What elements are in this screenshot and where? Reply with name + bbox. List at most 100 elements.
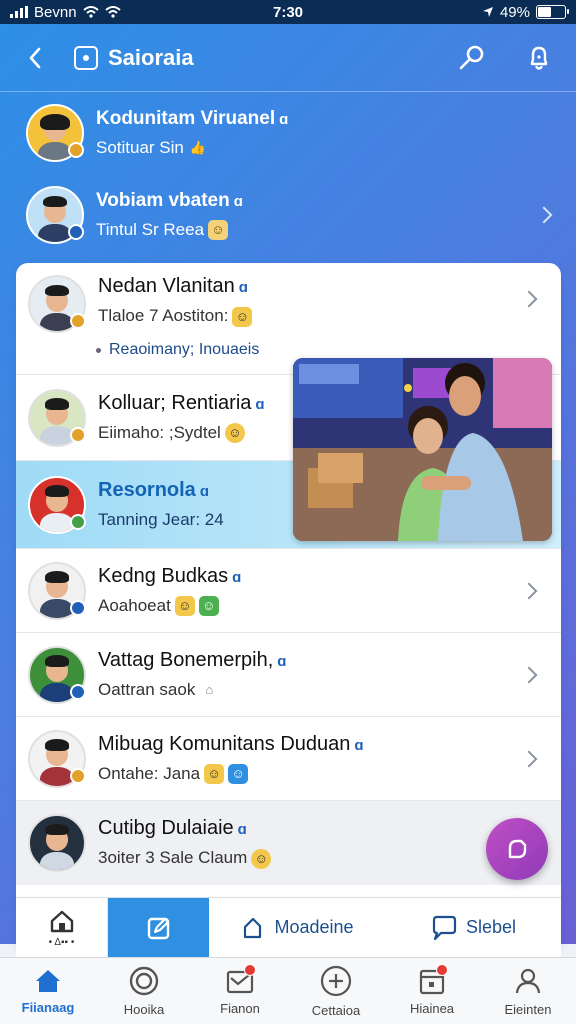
avatar xyxy=(28,729,86,788)
nav-discover[interactable]: Hooika xyxy=(96,958,192,1024)
member-name: Nedan Vlanitan xyxy=(98,275,235,297)
thumbs-up-icon: 👍 xyxy=(189,140,206,156)
back-button[interactable] xyxy=(20,43,50,73)
notifications-button[interactable] xyxy=(522,41,556,75)
signal-icon xyxy=(10,6,28,18)
list-item[interactable]: Cutibg Dulaiaie ɑ 3oiter 3 Sale Claum ☺ xyxy=(16,801,561,885)
list-item[interactable]: Kodunitam Viruanel ɑ Sotituar Sin 👍 xyxy=(0,92,576,174)
emoji-icon: ☺ xyxy=(251,848,272,869)
bell-icon xyxy=(530,46,548,70)
carrier-name: Bevnn xyxy=(34,3,77,21)
member-name: Kodunitam Viruanel xyxy=(96,107,276,129)
verified-icon: ɑ xyxy=(277,652,287,670)
avatar xyxy=(28,814,86,872)
member-name: Resornola xyxy=(98,479,196,501)
emoji-icon: ☺ xyxy=(204,764,225,785)
nav-profile[interactable]: Eieinten xyxy=(480,958,576,1024)
chevron-right-icon xyxy=(520,666,538,683)
select-label: Slebel xyxy=(465,917,517,937)
nav-label: Eieinten xyxy=(504,1001,552,1017)
member-name: Kolluar; Rentiaria xyxy=(98,391,252,414)
chevron-left-icon xyxy=(29,47,41,68)
nav-label: Hooika xyxy=(123,1001,165,1017)
emoji-icon: ☺ xyxy=(224,423,245,444)
nav-home[interactable]: Fiianaag xyxy=(0,958,96,1024)
chevron-right-icon xyxy=(520,290,538,308)
nav-messages[interactable]: Hiainea xyxy=(384,958,480,1024)
status-badge xyxy=(68,142,84,158)
list-item[interactable]: Vattag Bonemerpih, ɑ Oattran saok ⌂ xyxy=(16,633,561,717)
avatar xyxy=(28,645,86,704)
emoji-icon: ☺ xyxy=(198,596,219,617)
search-icon xyxy=(459,45,484,69)
member-subtitle: Eiimaho: ;Sydtel xyxy=(98,422,221,442)
chevron-right-icon xyxy=(535,206,553,224)
moderate-label: Moadeine xyxy=(274,917,354,937)
battery-percent: 49% xyxy=(499,3,530,21)
status-badge xyxy=(70,313,86,329)
home-icon xyxy=(50,910,73,932)
chat-bubble-icon xyxy=(508,839,527,859)
shared-photo[interactable] xyxy=(293,358,552,541)
avatar xyxy=(28,275,86,333)
select-button[interactable]: Slebel xyxy=(385,898,561,957)
page-title: Saioraia xyxy=(108,44,194,70)
nav-label: Hiainea xyxy=(409,1000,455,1016)
avatar xyxy=(28,388,86,447)
status-badge xyxy=(70,513,86,530)
member-name: Kedng Budkas xyxy=(98,564,229,587)
emoji-icon: ☺ xyxy=(174,596,195,617)
location-icon xyxy=(482,7,493,17)
community-icon xyxy=(74,45,98,70)
nav-activity[interactable]: Fianon xyxy=(192,958,288,1024)
plus-circle-icon xyxy=(320,965,352,996)
member-subtitle: Ontahe: Jana xyxy=(98,763,201,783)
edit-tool-button[interactable] xyxy=(108,898,209,958)
nav-create[interactable]: Cettaioa xyxy=(288,958,384,1024)
member-name: Cutibg Dulaiaie xyxy=(98,817,234,840)
status-badge xyxy=(70,767,86,784)
user-icon xyxy=(515,968,541,993)
member-subtitle: Oattran saok xyxy=(98,679,196,699)
member-name: Vobiam vbaten xyxy=(96,189,230,211)
verified-icon: ɑ xyxy=(255,395,265,413)
list-item[interactable]: Vobiam vbaten ɑ Tintul Sr Reea ☺ xyxy=(0,174,576,256)
moderate-button[interactable]: Moadeine xyxy=(209,898,385,957)
status-badge xyxy=(70,599,86,616)
emoji-icon: ☺ xyxy=(232,306,253,327)
status-badge xyxy=(70,426,86,443)
notification-badge xyxy=(244,964,256,976)
compass-icon xyxy=(129,966,159,995)
emoji-icon: ☺ xyxy=(208,220,229,241)
compose-fab[interactable] xyxy=(486,818,548,880)
nav-label: Fiianaag xyxy=(21,999,75,1015)
verified-icon: ɑ xyxy=(232,568,242,586)
list-item[interactable]: Kedng Budkas ɑ Aoahoeat ☺ ☺ xyxy=(16,549,561,633)
search-button[interactable] xyxy=(454,41,488,75)
verified-icon: ɑ xyxy=(354,736,364,754)
member-subtitle: Tintul Sr Reea xyxy=(96,219,205,239)
avatar xyxy=(26,186,84,244)
emoji-icon: ☺ xyxy=(228,764,249,785)
verified-icon: ɑ xyxy=(199,483,209,500)
verified-icon: ɑ xyxy=(279,110,289,128)
wifi-icon xyxy=(82,6,99,18)
user-icon: ⌂ xyxy=(205,682,214,698)
bottom-nav: Fiianaag Hooika Fianon Cettaioa Hiainea … xyxy=(0,957,576,1024)
verified-icon: ɑ xyxy=(238,279,248,296)
list-item[interactable]: Mibuag Komunitans Duduan ɑ Ontahe: Jana ☺ ☺ xyxy=(16,717,561,801)
notification-badge xyxy=(436,964,448,976)
chevron-right-icon xyxy=(520,582,538,599)
member-subtitle: 3oiter 3 Sale Claum xyxy=(98,848,248,868)
member-subtitle: Tanning Jear: 24 xyxy=(98,510,224,529)
member-extra: Reaoimany; Inouaeis xyxy=(96,341,259,359)
member-subtitle: Aoahoeat xyxy=(98,595,171,615)
nav-label: Fianon xyxy=(220,1000,260,1016)
verified-icon: ɑ xyxy=(237,821,247,839)
member-name: Mibuag Komunitans Duduan xyxy=(98,732,351,755)
home-tool-button[interactable]: • Δ▪▪ • xyxy=(16,898,108,958)
avatar xyxy=(28,475,86,534)
member-subtitle: Tlaloe 7 Aostiton: xyxy=(98,306,229,325)
battery-icon xyxy=(536,5,569,19)
shield-icon xyxy=(244,917,262,938)
